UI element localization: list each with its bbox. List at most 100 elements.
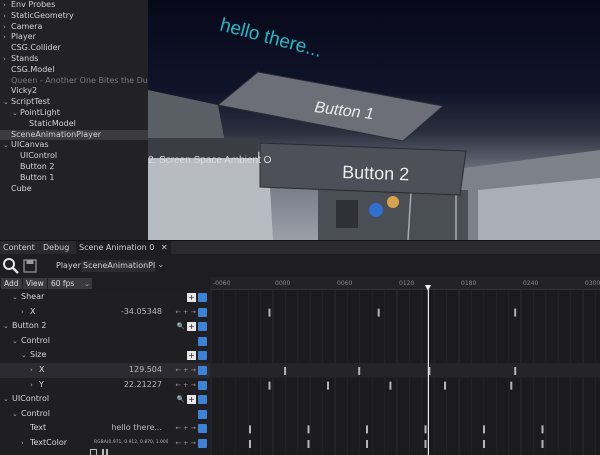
chevron-right-icon[interactable]: › xyxy=(30,363,39,378)
track-row[interactable]: › Y 22.21227 ← + → xyxy=(0,378,210,393)
timeline[interactable]: -0060 0000 0060 0120 0180 0240 0300 xyxy=(210,277,600,455)
keyframe[interactable] xyxy=(327,381,329,390)
keyframe[interactable] xyxy=(268,308,271,317)
chevron-right-icon[interactable]: › xyxy=(3,54,11,65)
track-value[interactable]: hello there... xyxy=(111,421,162,436)
track-value[interactable]: 22.21227 xyxy=(124,378,162,393)
keyframe[interactable] xyxy=(424,440,427,448)
keyframe-nav-icon[interactable]: ← + → xyxy=(176,439,196,447)
chevron-down-icon[interactable]: ⌄ xyxy=(21,348,30,363)
track-enabled-checkbox[interactable] xyxy=(198,380,207,390)
track-row[interactable]: ⌄ Shear + xyxy=(0,290,210,305)
add-icon[interactable]: + xyxy=(187,351,196,361)
tree-item[interactable]: Button 1 xyxy=(0,173,148,184)
keyframe[interactable] xyxy=(424,425,427,434)
keyframe[interactable] xyxy=(541,425,544,434)
track-enabled-checkbox[interactable] xyxy=(198,395,207,405)
chevron-down-icon[interactable]: ⌄ xyxy=(12,334,21,349)
keyframe[interactable] xyxy=(307,425,310,434)
keyframe[interactable] xyxy=(514,308,517,317)
fps-dropdown[interactable]: 60 fps ⌄ xyxy=(48,278,92,289)
track-enabled-checkbox[interactable] xyxy=(198,366,207,375)
keyframe[interactable] xyxy=(377,308,380,317)
track-value[interactable]: 129.504 xyxy=(129,363,162,378)
keyframe[interactable] xyxy=(268,381,271,390)
tab-scene-animation[interactable]: Scene Animation 0 ✕ xyxy=(76,241,171,255)
timeline-ruler[interactable]: -0060 0000 0060 0120 0180 0240 0300 xyxy=(210,277,600,291)
tab-debug[interactable]: Debug xyxy=(40,241,72,255)
tree-item[interactable]: Button 2 xyxy=(0,162,148,173)
keyframe[interactable] xyxy=(358,367,361,375)
track-row[interactable]: Text hello there... ← + → xyxy=(0,421,210,436)
track-row[interactable]: ⌄ Size + xyxy=(0,348,210,363)
keyframe[interactable] xyxy=(514,367,517,375)
track-row[interactable]: ⌄ Control xyxy=(0,407,210,422)
tree-item[interactable]: CSG.Collider xyxy=(0,43,148,54)
keyframe[interactable] xyxy=(510,381,513,390)
tree-item[interactable]: › Camera xyxy=(0,22,148,33)
track-row[interactable]: ⌄ Control xyxy=(0,334,210,349)
pause-icon[interactable] xyxy=(102,449,108,455)
track-value[interactable]: -34.05348 xyxy=(121,305,162,320)
player-field[interactable]: SceneAnimationPla xyxy=(81,260,155,272)
keyframe[interactable] xyxy=(307,440,310,448)
track-enabled-checkbox[interactable] xyxy=(198,307,207,317)
chevron-down-icon[interactable]: ⌄ xyxy=(3,97,11,108)
search-icon[interactable] xyxy=(2,257,20,275)
keyframe-nav-icon[interactable]: ← + → xyxy=(176,308,196,316)
tree-item[interactable]: SceneAnimationPlayer xyxy=(0,129,148,141)
track-enabled-checkbox[interactable] xyxy=(198,439,207,448)
add-icon[interactable]: + xyxy=(187,293,196,302)
chevron-down-icon[interactable]: ⌄ xyxy=(3,319,12,334)
chevron-down-icon[interactable]: ⌄ xyxy=(12,407,21,422)
chevron-down-icon[interactable]: ⌄ xyxy=(157,260,165,270)
tree-item[interactable]: CSG.Model xyxy=(0,65,148,76)
add-icon[interactable]: + xyxy=(187,395,196,405)
close-icon[interactable]: ✕ xyxy=(161,243,168,252)
tree-item[interactable]: › Env Probes xyxy=(0,0,148,11)
timeline-tracks[interactable] xyxy=(210,290,600,455)
track-enabled-checkbox[interactable] xyxy=(198,293,207,302)
keyframe[interactable] xyxy=(366,425,368,434)
track-enabled-checkbox[interactable] xyxy=(198,336,207,346)
tree-item[interactable]: UIControl xyxy=(0,151,148,162)
keyframe[interactable] xyxy=(366,440,368,448)
tree-item[interactable]: › Player xyxy=(0,32,148,43)
chevron-right-icon[interactable]: › xyxy=(3,22,11,33)
tree-item[interactable]: › StaticGeometry xyxy=(0,11,148,22)
tree-item[interactable]: Queen - Another One Bites the Dust xyxy=(0,76,148,87)
scene-viewport[interactable]: Button 1 Button 2 hello there... 2. Scre… xyxy=(148,0,600,240)
track-row[interactable]: › X 129.504 ← + → xyxy=(0,363,210,378)
chevron-down-icon[interactable]: ⌄ xyxy=(3,140,11,151)
track-enabled-checkbox[interactable] xyxy=(198,351,207,361)
chevron-right-icon[interactable]: › xyxy=(21,305,30,320)
add-button[interactable]: Add xyxy=(1,278,22,289)
chevron-right-icon[interactable]: › xyxy=(3,0,11,11)
tree-item[interactable]: › Stands xyxy=(0,54,148,65)
tree-item[interactable]: Cube xyxy=(0,184,148,195)
keyframe-nav-icon[interactable]: ← + → xyxy=(176,366,196,374)
track-enabled-checkbox[interactable] xyxy=(198,322,207,332)
chevron-right-icon[interactable]: › xyxy=(3,32,11,43)
tree-item[interactable]: Vicky2 xyxy=(0,86,148,97)
track-row[interactable]: › X -34.05348 ← + → xyxy=(0,305,210,320)
tree-item[interactable]: ⌄ PointLight xyxy=(0,108,148,119)
tree-item[interactable]: ⌄ ScriptTest xyxy=(0,97,148,108)
chevron-down-icon[interactable]: ⌄ xyxy=(3,392,12,407)
track-enabled-checkbox[interactable] xyxy=(198,409,207,419)
keyframe[interactable] xyxy=(541,440,544,448)
chevron-down-icon[interactable]: ⌄ xyxy=(12,108,20,119)
footer-box-icon[interactable] xyxy=(90,449,97,455)
track-enabled-checkbox[interactable] xyxy=(198,424,207,434)
chevron-down-icon[interactable]: ⌄ xyxy=(12,290,21,305)
tree-item[interactable]: StaticModel xyxy=(0,119,148,130)
keyframe[interactable] xyxy=(483,425,485,434)
keyframe-nav-icon[interactable]: ← + → xyxy=(176,424,196,432)
keyframe[interactable] xyxy=(284,367,287,375)
view-button[interactable]: View xyxy=(23,278,47,289)
save-icon[interactable] xyxy=(23,259,37,273)
keyframe[interactable] xyxy=(249,440,251,448)
search-icon[interactable]: 🔍 xyxy=(177,395,185,403)
tree-item[interactable]: ⌄ UICanvas xyxy=(0,140,148,151)
keyframe[interactable] xyxy=(483,440,485,448)
